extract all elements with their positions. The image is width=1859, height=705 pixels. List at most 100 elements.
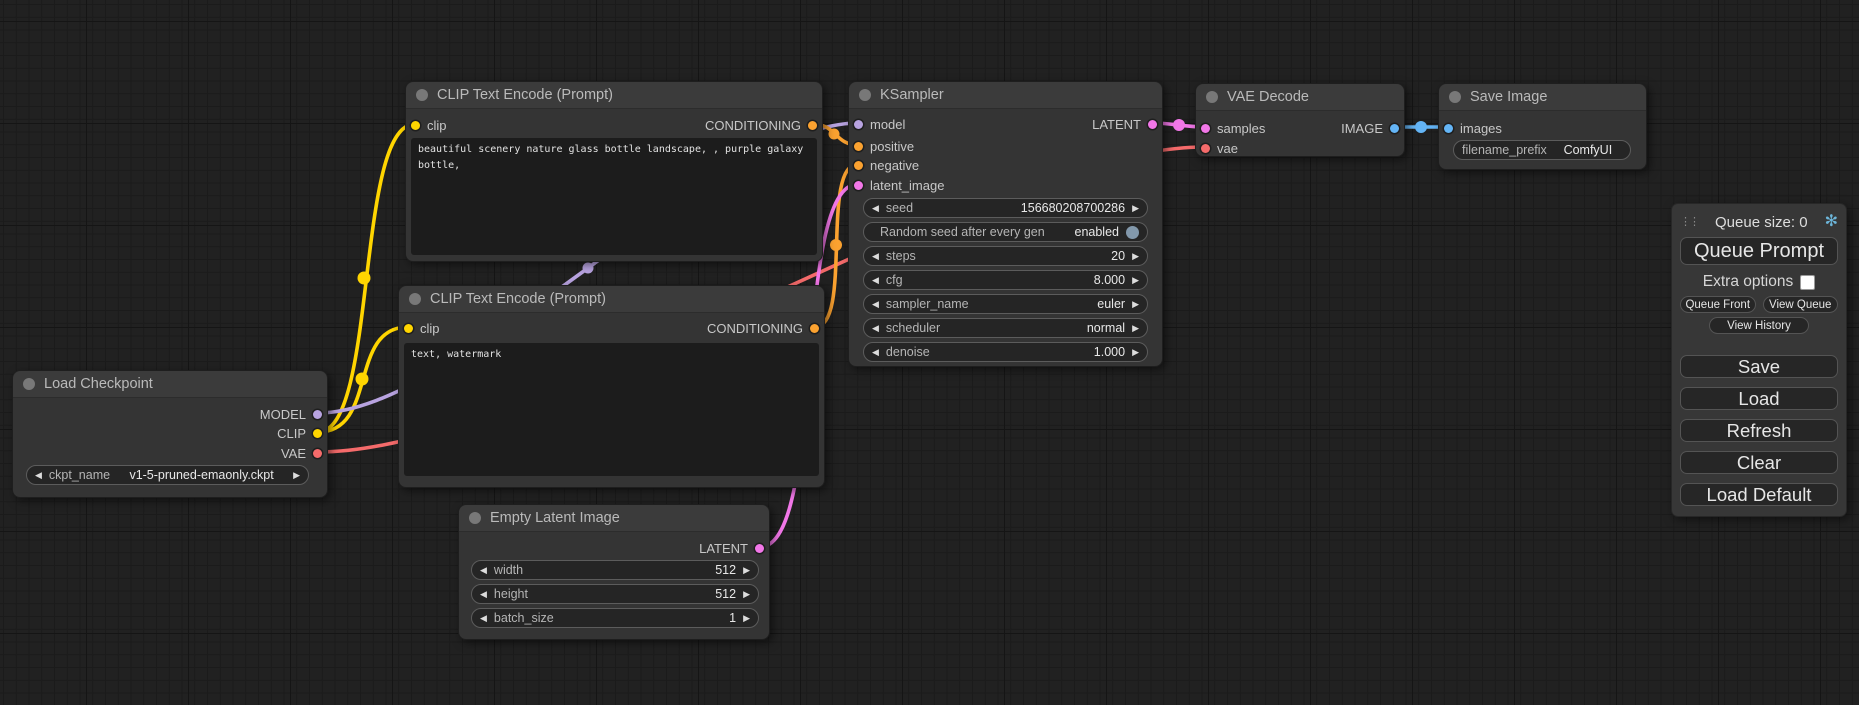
latent-port-dot-icon[interactable] (854, 181, 863, 190)
node-title-bar[interactable]: CLIP Text Encode (Prompt) (399, 286, 824, 313)
output-port-conditioning[interactable]: CONDITIONING (705, 116, 817, 134)
left-arrow-icon[interactable]: ◀ (872, 252, 879, 261)
conditioning-port-dot-icon[interactable] (810, 324, 819, 333)
input-port-negative[interactable]: negative (854, 156, 919, 174)
output-port-clip[interactable]: CLIP (277, 424, 322, 442)
node-empty-latent-image[interactable]: Empty Latent Image LATENT ◀ width 512 ▶ … (458, 504, 770, 640)
sampler-name-widget[interactable]: ◀ sampler_name euler ▶ (863, 294, 1148, 314)
view-queue-button[interactable]: View Queue (1763, 296, 1839, 313)
output-port-conditioning[interactable]: CONDITIONING (707, 319, 819, 337)
save-button[interactable]: Save (1680, 355, 1838, 378)
input-port-clip[interactable]: clip (404, 319, 440, 337)
output-port-latent[interactable]: LATENT (699, 539, 764, 557)
output-port-model[interactable]: MODEL (260, 405, 322, 423)
latent-port-dot-icon[interactable] (1201, 124, 1210, 133)
node-title-bar[interactable]: KSampler (849, 82, 1162, 109)
right-arrow-icon[interactable]: ▶ (1132, 324, 1139, 333)
cfg-widget[interactable]: ◀ cfg 8.000 ▶ (863, 270, 1148, 290)
collapse-dot-icon[interactable] (416, 89, 428, 101)
collapse-dot-icon[interactable] (469, 512, 481, 524)
image-port-dot-icon[interactable] (1390, 124, 1399, 133)
clip-port-dot-icon[interactable] (313, 429, 322, 438)
collapse-dot-icon[interactable] (859, 89, 871, 101)
queue-prompt-button[interactable]: Queue Prompt (1680, 237, 1838, 265)
node-title-bar[interactable]: CLIP Text Encode (Prompt) (406, 82, 822, 109)
collapse-dot-icon[interactable] (23, 378, 35, 390)
positive-prompt-textarea[interactable]: beautiful scenery nature glass bottle la… (411, 138, 817, 255)
input-port-latent-image[interactable]: latent_image (854, 176, 944, 194)
drag-handle-icon[interactable]: ⋮⋮ (1680, 217, 1698, 228)
input-port-vae[interactable]: vae (1201, 139, 1238, 157)
extra-options-checkbox[interactable] (1800, 275, 1815, 290)
node-ksampler[interactable]: KSampler model LATENT positive negative … (848, 81, 1163, 367)
latent-port-dot-icon[interactable] (1148, 120, 1157, 129)
queue-front-button[interactable]: Queue Front (1680, 296, 1756, 313)
seed-widget[interactable]: ◀ seed 156680208700286 ▶ (863, 198, 1148, 218)
output-port-vae[interactable]: VAE (281, 444, 322, 462)
conditioning-port-dot-icon[interactable] (854, 142, 863, 151)
clip-port-dot-icon[interactable] (404, 324, 413, 333)
node-title-bar[interactable]: Empty Latent Image (459, 505, 769, 532)
right-arrow-icon[interactable]: ▶ (1132, 348, 1139, 357)
left-arrow-icon[interactable]: ◀ (480, 614, 487, 623)
settings-gear-icon[interactable]: ✻ (1825, 214, 1838, 230)
conditioning-port-dot-icon[interactable] (808, 121, 817, 130)
output-port-image[interactable]: IMAGE (1341, 119, 1399, 137)
latent-port-dot-icon[interactable] (755, 544, 764, 553)
vae-port-dot-icon[interactable] (313, 449, 322, 458)
random-seed-toggle-icon[interactable] (1126, 226, 1139, 239)
left-arrow-icon[interactable]: ◀ (480, 566, 487, 575)
load-default-button[interactable]: Load Default (1680, 483, 1838, 506)
input-port-samples[interactable]: samples (1201, 119, 1265, 137)
vae-port-dot-icon[interactable] (1201, 144, 1210, 153)
input-port-images[interactable]: images (1444, 119, 1502, 137)
height-widget[interactable]: ◀ height 512 ▶ (471, 584, 759, 604)
right-arrow-icon[interactable]: ▶ (293, 471, 300, 480)
left-arrow-icon[interactable]: ◀ (872, 204, 879, 213)
input-port-positive[interactable]: positive (854, 137, 914, 155)
node-vae-decode[interactable]: VAE Decode samples IMAGE vae (1195, 83, 1405, 157)
left-arrow-icon[interactable]: ◀ (872, 324, 879, 333)
node-clip-text-encode-positive[interactable]: CLIP Text Encode (Prompt) clip CONDITION… (405, 81, 823, 262)
node-title-bar[interactable]: VAE Decode (1196, 84, 1404, 111)
load-button[interactable]: Load (1680, 387, 1838, 410)
right-arrow-icon[interactable]: ▶ (1132, 276, 1139, 285)
random-seed-widget[interactable]: Random seed after every gen enabled (863, 222, 1148, 242)
width-widget[interactable]: ◀ width 512 ▶ (471, 560, 759, 580)
left-arrow-icon[interactable]: ◀ (872, 276, 879, 285)
batch-size-widget[interactable]: ◀ batch_size 1 ▶ (471, 608, 759, 628)
node-save-image[interactable]: Save Image images filename_prefix ComfyU… (1438, 83, 1647, 170)
refresh-button[interactable]: Refresh (1680, 419, 1838, 442)
right-arrow-icon[interactable]: ▶ (1132, 300, 1139, 309)
left-arrow-icon[interactable]: ◀ (872, 300, 879, 309)
collapse-dot-icon[interactable] (1449, 91, 1461, 103)
right-arrow-icon[interactable]: ▶ (1132, 204, 1139, 213)
node-graph-canvas[interactable]: Load Checkpoint MODEL CLIP VAE ◀ ckpt_na… (0, 0, 1859, 705)
right-arrow-icon[interactable]: ▶ (743, 590, 750, 599)
ckpt-name-widget[interactable]: ◀ ckpt_name v1-5-pruned-emaonly.ckpt ▶ (26, 465, 309, 485)
node-title-bar[interactable]: Load Checkpoint (13, 371, 327, 398)
left-arrow-icon[interactable]: ◀ (480, 590, 487, 599)
clear-button[interactable]: Clear (1680, 451, 1838, 474)
collapse-dot-icon[interactable] (1206, 91, 1218, 103)
node-clip-text-encode-negative[interactable]: CLIP Text Encode (Prompt) clip CONDITION… (398, 285, 825, 488)
node-load-checkpoint[interactable]: Load Checkpoint MODEL CLIP VAE ◀ ckpt_na… (12, 370, 328, 498)
collapse-dot-icon[interactable] (409, 293, 421, 305)
right-arrow-icon[interactable]: ▶ (1132, 252, 1139, 261)
node-title-bar[interactable]: Save Image (1439, 84, 1646, 111)
input-port-model[interactable]: model (854, 115, 905, 133)
image-port-dot-icon[interactable] (1444, 124, 1453, 133)
model-port-dot-icon[interactable] (854, 120, 863, 129)
denoise-widget[interactable]: ◀ denoise 1.000 ▶ (863, 342, 1148, 362)
steps-widget[interactable]: ◀ steps 20 ▶ (863, 246, 1148, 266)
scheduler-widget[interactable]: ◀ scheduler normal ▶ (863, 318, 1148, 338)
output-port-latent[interactable]: LATENT (1092, 115, 1157, 133)
negative-prompt-textarea[interactable]: text, watermark (404, 343, 819, 476)
input-port-clip[interactable]: clip (411, 116, 447, 134)
model-port-dot-icon[interactable] (313, 410, 322, 419)
left-arrow-icon[interactable]: ◀ (35, 471, 42, 480)
left-arrow-icon[interactable]: ◀ (872, 348, 879, 357)
clip-port-dot-icon[interactable] (411, 121, 420, 130)
right-arrow-icon[interactable]: ▶ (743, 566, 750, 575)
conditioning-port-dot-icon[interactable] (854, 161, 863, 170)
